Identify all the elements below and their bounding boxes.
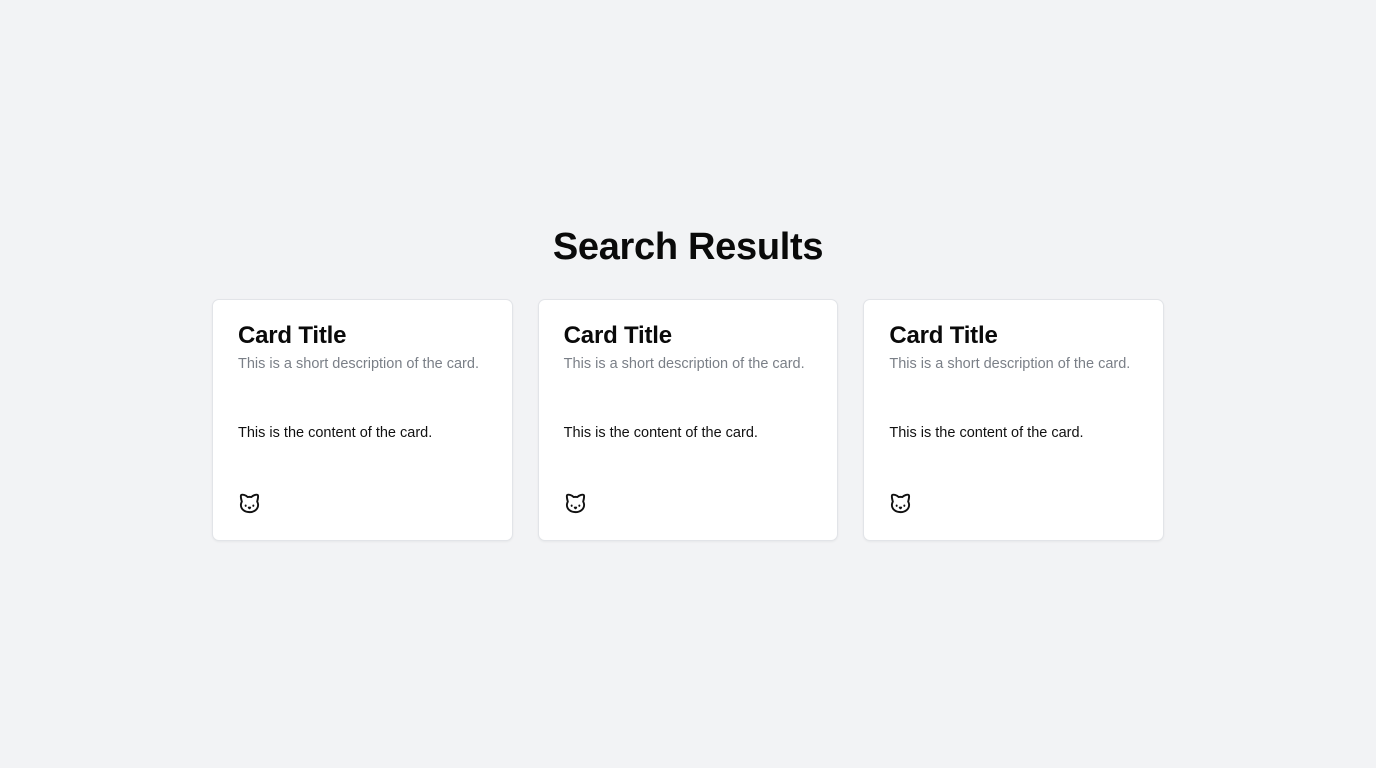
card-list: Card Title This is a short description o… [212, 299, 1165, 541]
cat-icon [891, 493, 911, 514]
result-card[interactable]: Card Title This is a short description o… [863, 299, 1165, 541]
card-title: Card Title [238, 322, 347, 349]
cat-icon [239, 493, 260, 514]
card-content: This is the content of the card. [889, 425, 1084, 441]
card-description: This is a short description of the card. [563, 356, 805, 372]
result-card[interactable]: Card Title This is a short description o… [537, 299, 839, 541]
card-description: This is a short description of the card. [238, 356, 479, 372]
cat-icon [565, 493, 585, 514]
card-content: This is the content of the card. [238, 425, 433, 441]
search-results-page: Search Results Card Title This is a shor… [0, 0, 1376, 768]
page-title: Search Results [552, 226, 824, 268]
card-description: This is a short description of the card. [889, 356, 1131, 372]
card-content: This is the content of the card. [563, 425, 758, 441]
result-card[interactable]: Card Title This is a short description o… [212, 299, 513, 541]
card-title: Card Title [563, 322, 672, 349]
card-title: Card Title [889, 322, 998, 349]
